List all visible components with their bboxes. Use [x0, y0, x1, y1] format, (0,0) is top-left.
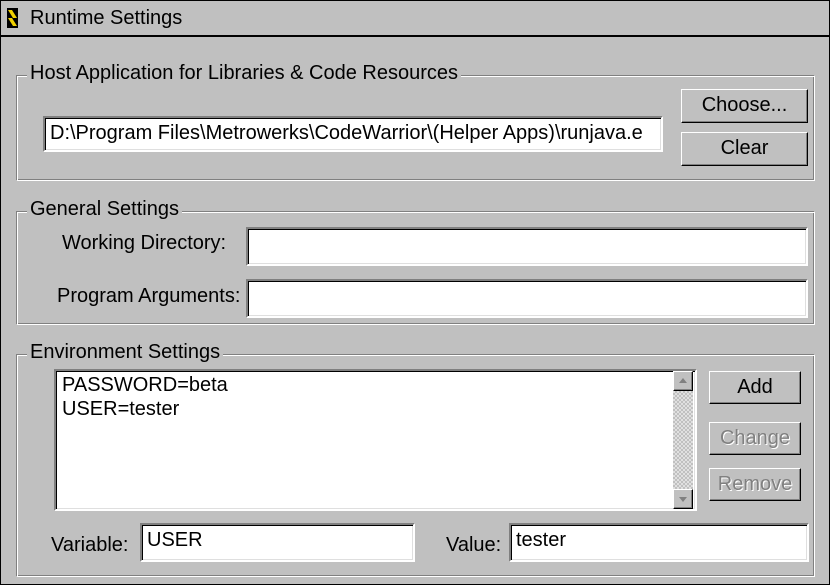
value-input[interactable]: tester [509, 523, 809, 562]
arrow-down-icon [679, 497, 687, 502]
variable-label: Variable: [51, 534, 129, 556]
arrow-up-icon [679, 378, 687, 383]
program-arguments-input[interactable] [246, 279, 808, 318]
working-directory-input[interactable] [246, 227, 808, 266]
title-bar: Runtime Settings [1, 1, 829, 37]
scroll-down-button[interactable] [673, 489, 693, 509]
window-title: Runtime Settings [30, 7, 183, 29]
environment-settings-group-label: Environment Settings [27, 341, 224, 364]
remove-button[interactable]: Remove [709, 468, 801, 501]
program-arguments-label: Program Arguments: [57, 285, 241, 307]
list-item[interactable]: PASSWORD=beta [62, 374, 228, 397]
choose-button[interactable]: Choose... [681, 89, 808, 123]
scroll-up-button[interactable] [673, 371, 693, 391]
clear-button[interactable]: Clear [681, 132, 808, 166]
host-application-group-label: Host Application for Libraries & Code Re… [27, 62, 461, 85]
general-settings-group-label: General Settings [27, 198, 182, 221]
runtime-settings-window: Runtime Settings Host Application for Li… [0, 0, 830, 585]
environment-variables-list[interactable]: PASSWORD=beta USER=tester [54, 369, 697, 511]
change-button[interactable]: Change [709, 422, 801, 455]
host-application-path-field[interactable]: D:\Program Files\Metrowerks\CodeWarrior\… [43, 116, 663, 152]
list-scrollbar[interactable] [673, 371, 693, 509]
value-label: Value: [446, 534, 502, 556]
codewarrior-app-icon [7, 8, 18, 28]
add-button[interactable]: Add [709, 371, 801, 404]
variable-input[interactable]: USER [140, 523, 415, 562]
working-directory-label: Working Directory: [62, 232, 227, 254]
list-item[interactable]: USER=tester [62, 398, 179, 421]
